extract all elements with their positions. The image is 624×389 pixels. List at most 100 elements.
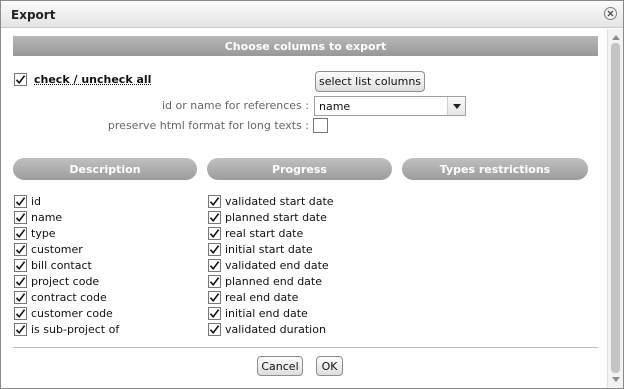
field-label: validated duration bbox=[225, 322, 326, 336]
field-checkbox[interactable] bbox=[14, 274, 27, 288]
scroll-down-arrow-icon[interactable] bbox=[612, 377, 620, 382]
references-select[interactable]: name bbox=[314, 96, 466, 116]
field-option[interactable]: real end date bbox=[208, 289, 334, 305]
field-label: real start date bbox=[225, 226, 304, 240]
description-column-header: Description bbox=[13, 158, 197, 180]
references-label: id or name for references : bbox=[161, 99, 309, 112]
footer-divider bbox=[13, 347, 598, 348]
field-checkbox[interactable] bbox=[208, 274, 221, 288]
field-option[interactable]: initial end date bbox=[208, 305, 334, 321]
checkmark-icon bbox=[15, 276, 26, 286]
checkmark-icon bbox=[209, 244, 220, 254]
checkmark-icon bbox=[15, 228, 26, 238]
checkmark-icon bbox=[15, 292, 26, 302]
field-option[interactable]: project code bbox=[14, 273, 119, 289]
field-label: bill contact bbox=[31, 258, 92, 272]
field-option[interactable]: id bbox=[14, 193, 119, 209]
dialog-titlebar[interactable]: Export bbox=[1, 1, 623, 28]
field-option[interactable]: planned end date bbox=[208, 273, 334, 289]
field-option[interactable]: real start date bbox=[208, 225, 334, 241]
preserve-html-label: preserve html format for long texts : bbox=[107, 119, 309, 132]
progress-field-list: validated start date planned start date re… bbox=[208, 193, 334, 337]
ok-button[interactable]: OK bbox=[316, 356, 343, 376]
check-all-row[interactable]: check / uncheck all bbox=[14, 73, 151, 86]
close-icon bbox=[607, 10, 614, 17]
field-option[interactable]: customer code bbox=[14, 305, 119, 321]
field-checkbox[interactable] bbox=[208, 290, 221, 304]
vertical-scrollbar[interactable] bbox=[607, 29, 623, 388]
scrollbar-thumb[interactable] bbox=[611, 43, 620, 373]
close-button[interactable] bbox=[604, 7, 617, 20]
check-all-checkbox[interactable] bbox=[14, 73, 27, 86]
field-label: type bbox=[31, 226, 56, 240]
field-label: validated start date bbox=[225, 194, 334, 208]
field-option[interactable]: is sub-project of bbox=[14, 321, 119, 337]
field-option[interactable]: customer bbox=[14, 241, 119, 257]
field-checkbox[interactable] bbox=[208, 322, 221, 336]
field-checkbox[interactable] bbox=[208, 194, 221, 208]
field-option[interactable]: validated start date bbox=[208, 193, 334, 209]
field-checkbox[interactable] bbox=[14, 306, 27, 320]
preserve-html-checkbox[interactable] bbox=[313, 118, 328, 133]
dropdown-arrow-icon[interactable] bbox=[447, 97, 465, 115]
select-list-columns-button[interactable]: select list columns bbox=[315, 71, 425, 92]
checkmark-icon bbox=[209, 308, 220, 318]
checkmark-icon bbox=[15, 75, 26, 85]
checkmark-icon bbox=[209, 324, 220, 334]
checkmark-icon bbox=[15, 196, 26, 206]
progress-column-header: Progress bbox=[207, 158, 392, 180]
field-checkbox[interactable] bbox=[14, 226, 27, 240]
checkmark-icon bbox=[15, 308, 26, 318]
field-label: customer code bbox=[31, 306, 113, 320]
field-option[interactable]: bill contact bbox=[14, 257, 119, 273]
field-label: project code bbox=[31, 274, 100, 288]
field-label: id bbox=[31, 194, 42, 208]
field-checkbox[interactable] bbox=[14, 322, 27, 336]
field-checkbox[interactable] bbox=[208, 306, 221, 320]
field-checkbox[interactable] bbox=[14, 290, 27, 304]
field-option[interactable]: type bbox=[14, 225, 119, 241]
field-checkbox[interactable] bbox=[208, 210, 221, 224]
field-option[interactable]: initial start date bbox=[208, 241, 334, 257]
cancel-button[interactable]: Cancel bbox=[257, 356, 303, 376]
checkmark-icon bbox=[209, 212, 220, 222]
field-label: contract code bbox=[31, 290, 107, 304]
field-option[interactable]: contract code bbox=[14, 289, 119, 305]
checkmark-icon bbox=[209, 196, 220, 206]
field-label: customer bbox=[31, 242, 83, 256]
field-checkbox[interactable] bbox=[14, 258, 27, 272]
export-dialog: Export Choose columns to export check / … bbox=[0, 0, 624, 389]
field-label: planned start date bbox=[225, 210, 327, 224]
checkmark-icon bbox=[15, 244, 26, 254]
field-option[interactable]: validated end date bbox=[208, 257, 334, 273]
field-option[interactable]: planned start date bbox=[208, 209, 334, 225]
references-select-value: name bbox=[319, 100, 351, 113]
checkmark-icon bbox=[209, 292, 220, 302]
field-checkbox[interactable] bbox=[14, 194, 27, 208]
field-label: name bbox=[31, 210, 63, 224]
types-restrictions-column-header: Types restrictions bbox=[402, 158, 588, 180]
field-label: is sub-project of bbox=[31, 322, 120, 336]
checkmark-icon bbox=[15, 324, 26, 334]
field-label: validated end date bbox=[225, 258, 329, 272]
scroll-up-arrow-icon[interactable] bbox=[612, 35, 620, 40]
field-checkbox[interactable] bbox=[208, 242, 221, 256]
field-checkbox[interactable] bbox=[208, 258, 221, 272]
field-checkbox[interactable] bbox=[208, 226, 221, 240]
field-option[interactable]: name bbox=[14, 209, 119, 225]
field-option[interactable]: validated duration bbox=[208, 321, 334, 337]
checkmark-icon bbox=[209, 228, 220, 238]
field-label: real end date bbox=[225, 290, 299, 304]
checkmark-icon bbox=[209, 276, 220, 286]
field-checkbox[interactable] bbox=[14, 210, 27, 224]
field-checkbox[interactable] bbox=[14, 242, 27, 256]
description-field-list: id name type customer bill contact project co… bbox=[14, 193, 119, 337]
field-label: initial end date bbox=[225, 306, 308, 320]
checkmark-icon bbox=[15, 212, 26, 222]
section-header: Choose columns to export bbox=[13, 36, 598, 56]
field-label: planned end date bbox=[225, 274, 322, 288]
dialog-title: Export bbox=[11, 8, 56, 22]
field-label: initial start date bbox=[225, 242, 313, 256]
check-all-label[interactable]: check / uncheck all bbox=[34, 73, 151, 86]
checkmark-icon bbox=[209, 260, 220, 270]
